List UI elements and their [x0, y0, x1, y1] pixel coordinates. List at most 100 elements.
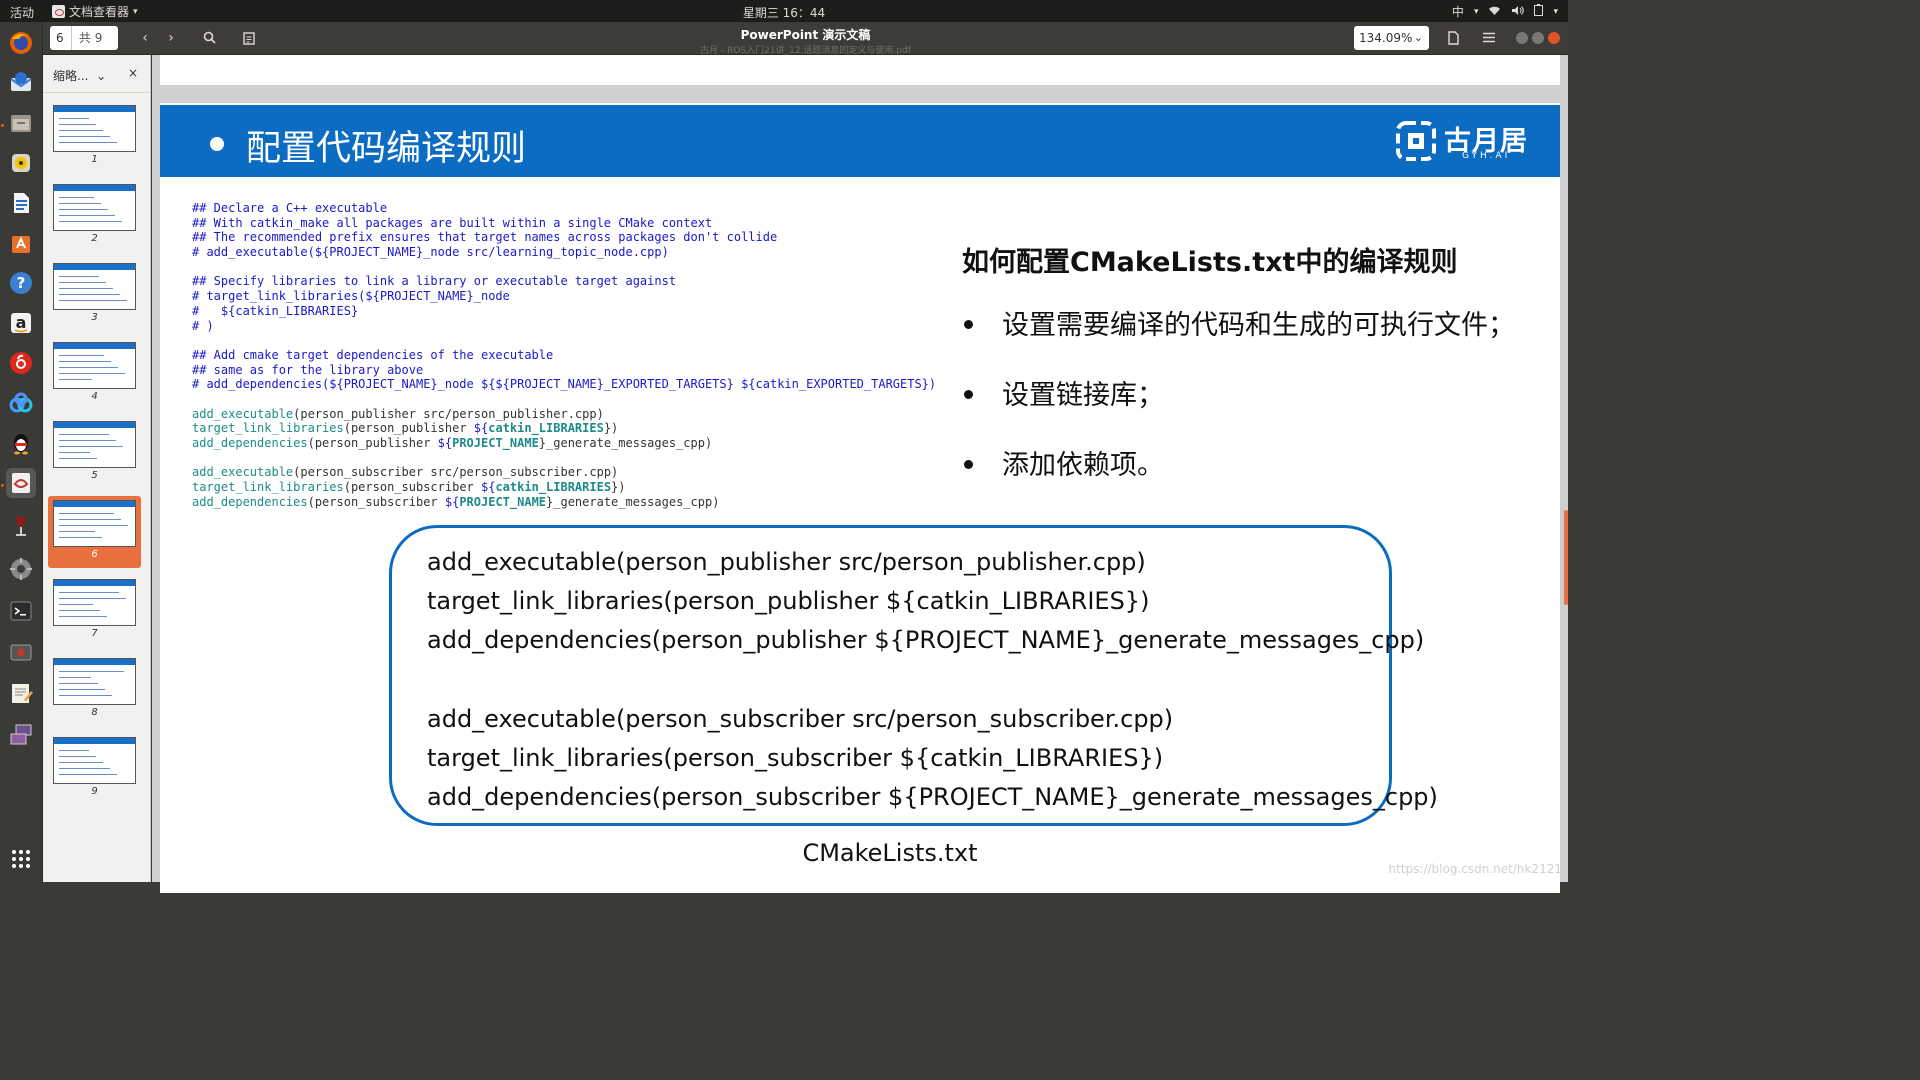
thumbnail-page-3[interactable]: 3 [48, 259, 141, 331]
code-comment-line: ## same as for the library above [192, 362, 424, 377]
screen-recorder-icon[interactable] [6, 638, 36, 668]
slide-title-banner: 配置代码编译规则 古月居 GYH.AI [160, 105, 1560, 177]
previous-page-button[interactable]: ‹ [133, 26, 157, 50]
code-line: add_executable(person_publisher src/pers… [192, 406, 604, 421]
thumbnail-preview [53, 579, 136, 626]
text-editor-icon[interactable] [6, 678, 36, 708]
thumbnail-page-2[interactable]: 2 [48, 180, 141, 252]
previous-page-bottom [160, 55, 1560, 85]
thumbnail-preview [53, 500, 136, 547]
thumbnail-page-number: 5 [91, 470, 98, 481]
code-line: add_dependencies(person_subscriber ${PRO… [192, 494, 720, 509]
code-comment-line: ## Declare a C++ executable [192, 201, 388, 215]
app-grid-icon[interactable] [6, 844, 36, 874]
clipboard-icon [243, 32, 255, 45]
sidebar-close-icon[interactable]: × [128, 66, 138, 80]
callout-line: add_dependencies(person_subscriber ${PRO… [427, 783, 1438, 811]
power-menu-icon[interactable]: ▾ [1553, 7, 1558, 17]
clock: 星期三 16：44 [742, 6, 826, 20]
settings-icon[interactable] [6, 554, 36, 584]
thumbnail-page-9[interactable]: 9 [48, 733, 141, 805]
page-selector[interactable]: 6 共 9 页 [50, 26, 118, 69]
window-title: PowerPoint 演示文稿 [740, 28, 871, 42]
page-number-input[interactable]: 6 [50, 26, 72, 50]
bullet-item: 设置链接库； [962, 373, 1515, 443]
menu-button[interactable] [1477, 26, 1501, 50]
document-viewer-icon [52, 5, 65, 18]
page-total: 共 9 页 [78, 31, 103, 69]
svg-text:?: ? [17, 274, 26, 292]
close-button[interactable] [1548, 32, 1560, 44]
top-panel: 活动 文档查看器 ▾ 星期三 16：44 中 ▾ ▾ [0, 0, 1568, 22]
code-comment-line: # ${catkin_LIBRARIES} [192, 303, 359, 318]
thumbnail-page-1[interactable]: 1 [48, 101, 141, 173]
maximize-button[interactable] [1532, 32, 1544, 44]
window-header: 6 共 9 页 ‹ › PowerPoint 演示文稿 古月 - ROS入门21… [43, 22, 1568, 69]
launcher: ? a [0, 22, 43, 882]
callout-line: add_executable(person_publisher src/pers… [427, 548, 1146, 576]
system-tray: 中 ▾ ▾ [1452, 3, 1558, 20]
remote-desktop-icon[interactable] [6, 720, 36, 750]
thunderbird-icon[interactable] [6, 68, 36, 98]
rhythmbox-icon[interactable] [6, 148, 36, 178]
thumbnail-page-number: 8 [91, 707, 98, 718]
annotation-button[interactable] [237, 26, 261, 50]
thumbnail-preview [53, 421, 136, 468]
thumbnail-page-8[interactable]: 8 [48, 654, 141, 726]
bullet-dot [210, 137, 224, 151]
code-comment-line: ## Add cmake target dependencies of the … [192, 347, 554, 362]
slide-page: 配置代码编译规则 古月居 GYH.AI ## Declare a C++ exe… [160, 103, 1560, 893]
sidebar-mode-selector[interactable]: 缩略... ⌄ [53, 67, 106, 84]
thumbnail-page-number: 9 [91, 786, 98, 797]
code-line: add_executable(person_subscriber src/per… [192, 465, 619, 480]
bullet-item: 设置需要编译的代码和生成的可执行文件； [962, 303, 1515, 373]
writer-icon[interactable] [6, 188, 36, 218]
netease-music-icon[interactable] [6, 348, 36, 378]
input-method-indicator[interactable]: 中 [1452, 3, 1464, 20]
wine-icon[interactable] [6, 512, 36, 542]
thumbnail-page-number: 3 [91, 312, 98, 323]
watermark: https://blog.csdn.net/hk2121 [1388, 862, 1562, 876]
document-icon [1447, 31, 1459, 45]
svg-text:a: a [16, 313, 27, 332]
baidu-netdisk-icon[interactable] [6, 388, 36, 418]
code-comment-line: # ) [192, 318, 214, 333]
thumbnail-page-number: 7 [91, 628, 98, 639]
terminal-icon[interactable] [6, 596, 36, 626]
sidebar-header: 缩略... ⌄ × [43, 55, 150, 93]
volume-icon[interactable] [1511, 5, 1525, 19]
next-page-button[interactable]: › [159, 26, 183, 50]
thumbnail-page-number: 1 [91, 154, 98, 165]
thumbnail-page-4[interactable]: 4 [48, 338, 141, 410]
document-area[interactable]: 配置代码编译规则 古月居 GYH.AI ## Declare a C++ exe… [152, 55, 1568, 893]
thumbnail-page-6[interactable]: 6 [48, 496, 141, 568]
firefox-icon[interactable] [6, 28, 36, 58]
help-icon[interactable]: ? [6, 268, 36, 298]
app-menu[interactable]: 文档查看器 ▾ [52, 3, 138, 20]
thumbnail-preview [53, 342, 136, 389]
files-icon[interactable] [6, 108, 36, 138]
code-comment-line: ## Specify libraries to link a library o… [192, 274, 677, 289]
search-button[interactable] [197, 26, 221, 50]
activities-button[interactable]: 活动 [10, 4, 34, 21]
print-button[interactable] [1441, 26, 1465, 50]
zoom-select[interactable]: 134.09% ⌄ [1354, 26, 1429, 50]
bullet-item: 添加依赖项。 [962, 443, 1515, 513]
code-comment-line: ## With catkin_make all packages are bui… [192, 215, 713, 230]
battery-icon[interactable] [1534, 4, 1544, 19]
search-icon [203, 31, 216, 44]
guyueju-logo: 古月居 GYH.AI [1396, 119, 1546, 165]
amazon-icon[interactable]: a [6, 308, 36, 338]
thumbnail-page-5[interactable]: 5 [48, 417, 141, 489]
minimize-button[interactable] [1516, 32, 1528, 44]
thumbnail-page-7[interactable]: 7 [48, 575, 141, 647]
software-icon[interactable] [6, 228, 36, 258]
code-comment-line: ## The recommended prefix ensures that t… [192, 230, 778, 245]
code-comment-line: # add_executable(${PROJECT_NAME}_node sr… [192, 245, 669, 260]
qq-icon[interactable] [6, 428, 36, 458]
scrollbar[interactable] [1564, 510, 1568, 605]
document-viewer-icon[interactable] [6, 468, 36, 498]
wifi-icon[interactable] [1488, 5, 1501, 19]
